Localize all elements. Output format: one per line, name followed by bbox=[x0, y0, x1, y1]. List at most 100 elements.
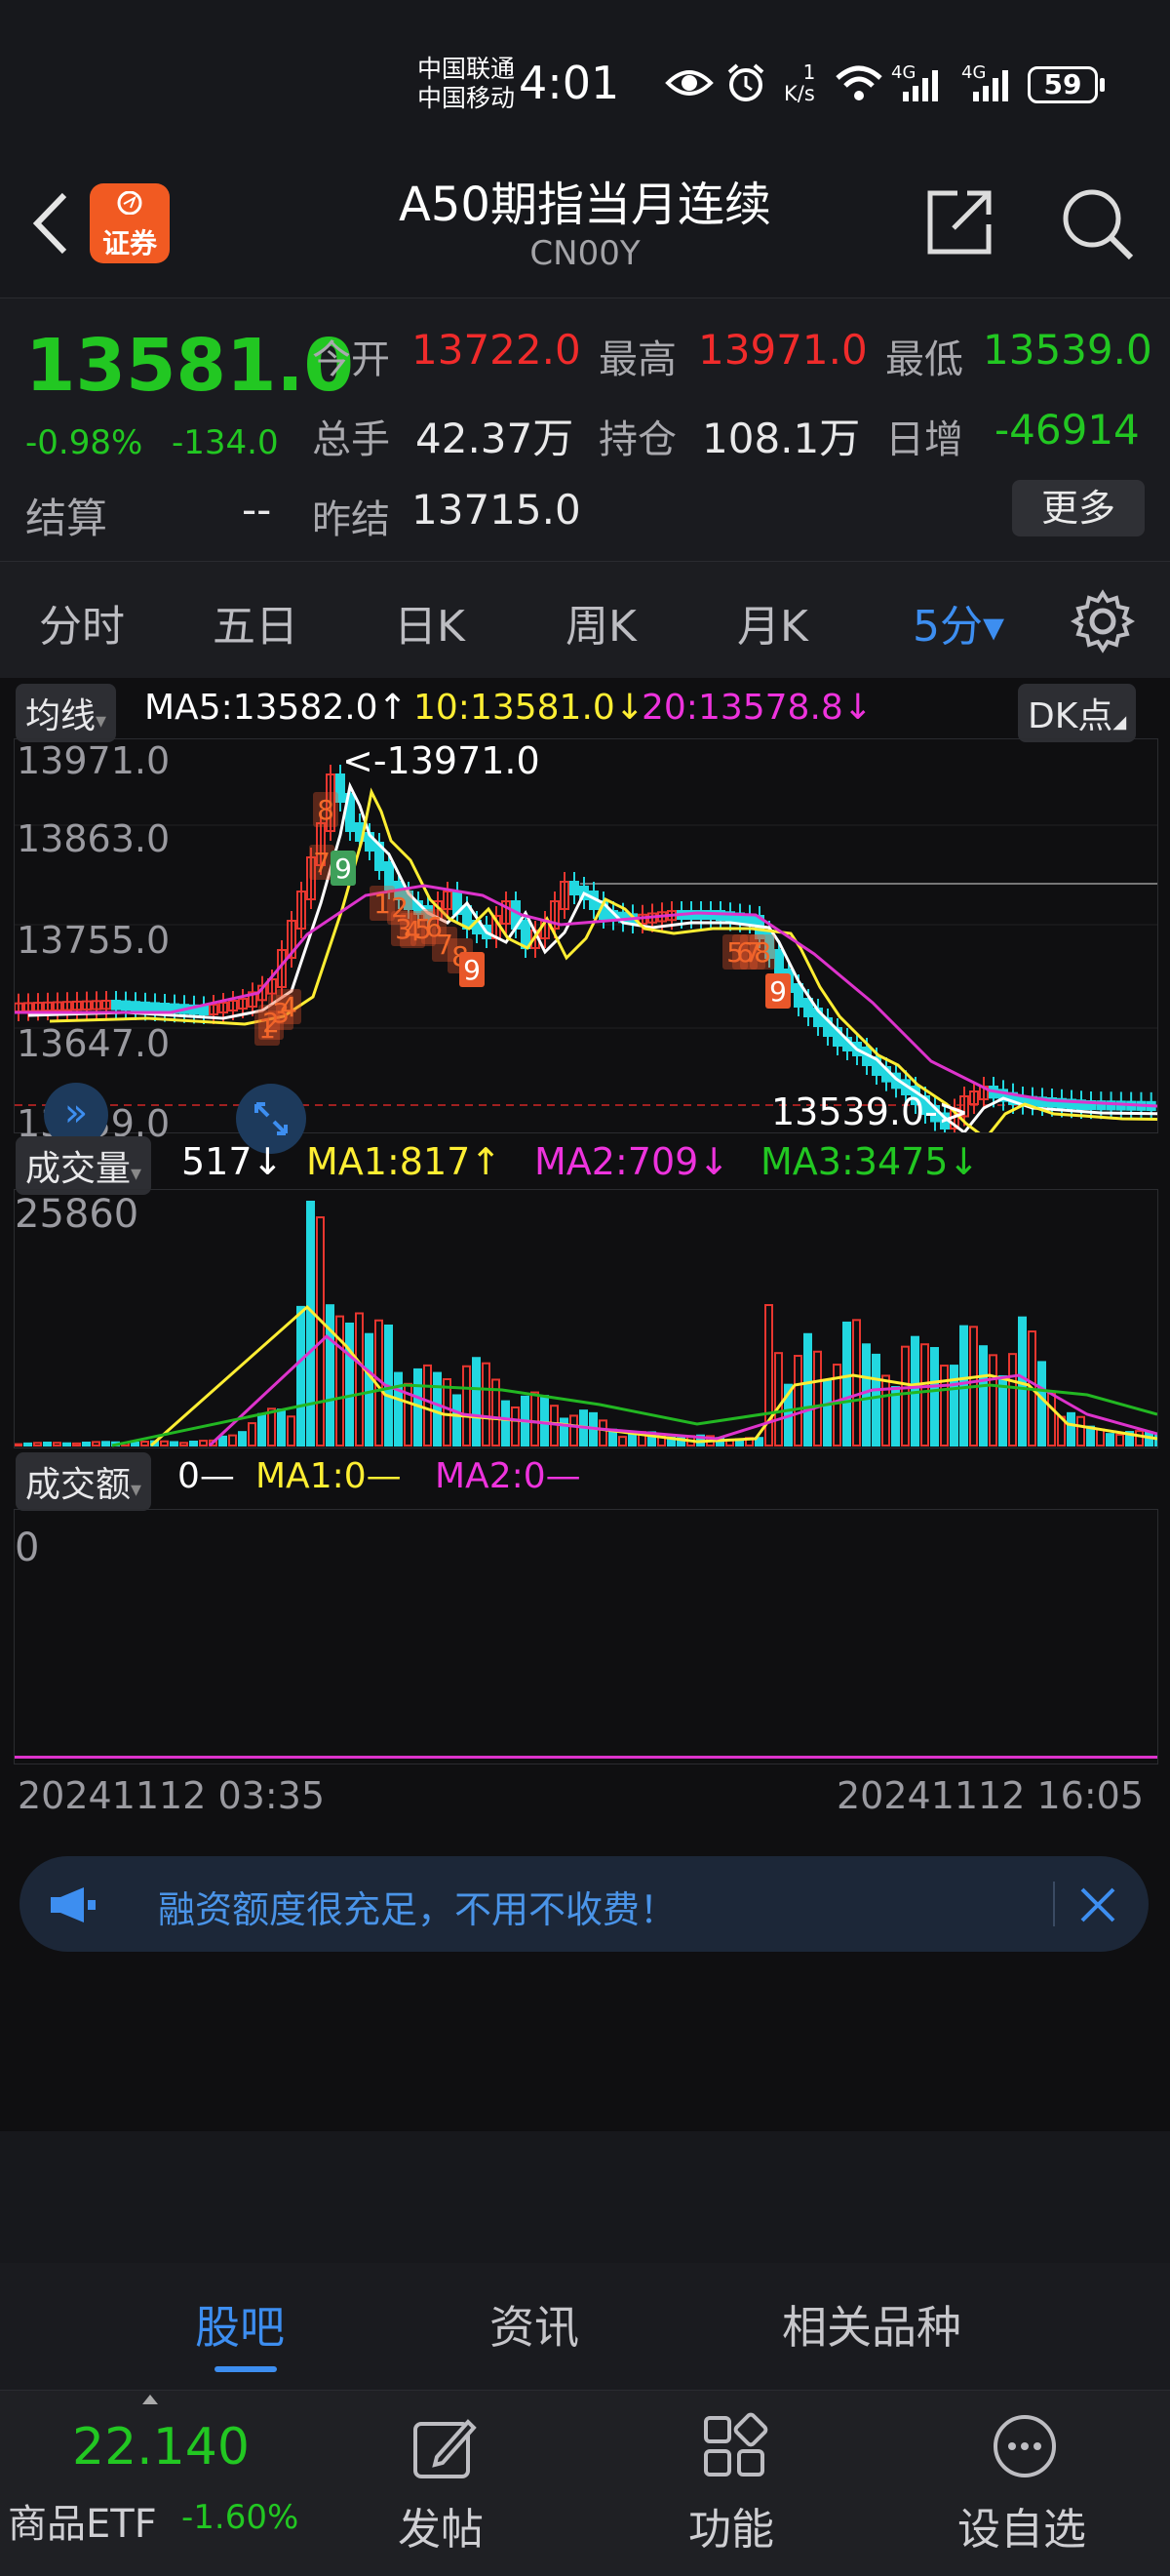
ma-toggle-label: 均线 bbox=[25, 696, 97, 736]
app-badge-label: 证券 bbox=[101, 227, 157, 259]
etf-name[interactable]: 商品ETF bbox=[8, 2492, 157, 2549]
volume-bar bbox=[959, 1325, 968, 1447]
function-label[interactable]: 功能 bbox=[688, 2494, 774, 2556]
app-logo[interactable]: 证券 bbox=[90, 183, 170, 263]
edit-post-icon[interactable] bbox=[410, 2414, 478, 2482]
td-label: 8 bbox=[754, 936, 771, 969]
app-header: 证券 A50期指当月连续 CN00Y bbox=[0, 166, 1170, 297]
volume-bar bbox=[1115, 1433, 1124, 1447]
volume-toggle-label: 成交量 bbox=[25, 1149, 132, 1189]
open-interest-value: 108.1万 bbox=[702, 415, 861, 462]
volume-bar bbox=[618, 1436, 627, 1447]
volume-ma1: MA1:817↑ bbox=[306, 1140, 502, 1183]
etf-price[interactable]: 22.140 bbox=[72, 2418, 250, 2477]
bottom-nav: 22.140 商品ETF -1.60% 发帖 功能 设自选 bbox=[0, 2390, 1170, 2576]
settle-label: 结算 bbox=[25, 495, 108, 542]
low-label: 最低 bbox=[885, 337, 963, 382]
tab-intraday[interactable]: 分时 bbox=[39, 591, 125, 654]
candle-body bbox=[160, 1003, 170, 1013]
volume-toggle[interactable]: 成交量▾ bbox=[16, 1136, 152, 1195]
turnover-line bbox=[15, 1756, 1157, 1759]
volume-bar bbox=[218, 1435, 227, 1447]
volume-bar bbox=[920, 1343, 929, 1447]
net-speed-unit: K/s bbox=[784, 82, 815, 105]
tab-weekly-k[interactable]: 周K bbox=[566, 591, 637, 654]
volume-y-top: 25860 bbox=[15, 1192, 139, 1237]
corner-icon: ◢ bbox=[1112, 712, 1127, 733]
volume-bar bbox=[501, 1400, 510, 1447]
settle-value: -- bbox=[242, 486, 272, 534]
volume-bar bbox=[43, 1442, 52, 1447]
turnover-ma2: MA2:0— bbox=[435, 1456, 581, 1496]
low-value: 13539.0 bbox=[983, 326, 1152, 374]
expand-up-icon[interactable] bbox=[142, 2395, 158, 2404]
signal-1-icon bbox=[903, 70, 938, 101]
instrument-code: CN00Y bbox=[529, 234, 641, 273]
volume-bar bbox=[238, 1431, 247, 1447]
turnover-panel: 0 bbox=[14, 1509, 1158, 1764]
more-button[interactable]: 更多 bbox=[1012, 480, 1145, 536]
search-icon[interactable] bbox=[1059, 185, 1135, 261]
volume-bar bbox=[1096, 1428, 1105, 1447]
tab-news[interactable]: 资讯 bbox=[489, 2292, 579, 2357]
open-value: 13722.0 bbox=[411, 326, 581, 374]
tab-related[interactable]: 相关品种 bbox=[782, 2292, 961, 2357]
daily-increase-value: -46914 bbox=[994, 406, 1140, 454]
kline-panel: 879123456789123456789 13971.0 13863.0 13… bbox=[14, 738, 1158, 1154]
community-tabs: 股吧 资讯 相关品种 bbox=[0, 2263, 1170, 2390]
volume-bar bbox=[423, 1364, 432, 1447]
eye-icon bbox=[665, 70, 714, 96]
close-icon[interactable] bbox=[1076, 1883, 1119, 1926]
signal-2-icon bbox=[973, 70, 1008, 101]
volume-bar bbox=[72, 1442, 81, 1447]
volume-bar bbox=[472, 1357, 481, 1447]
tab-monthly-k[interactable]: 月K bbox=[737, 591, 808, 654]
volume-bar bbox=[345, 1322, 354, 1447]
ma-toggle[interactable]: 均线▾ bbox=[16, 684, 117, 742]
open-interest-label: 持仓 bbox=[599, 417, 677, 462]
y-tick-3: 13647.0 bbox=[17, 1022, 171, 1065]
turnover-value: 0— bbox=[177, 1456, 235, 1496]
ma20-line bbox=[15, 884, 1157, 1108]
open-label: 今开 bbox=[312, 337, 390, 382]
ma20-legend: 20:13578.8↓ bbox=[642, 688, 873, 728]
back-icon[interactable] bbox=[27, 189, 72, 258]
volume-bar bbox=[452, 1394, 461, 1447]
battery-icon: 59 bbox=[1028, 66, 1098, 103]
volume-bar bbox=[1067, 1411, 1075, 1447]
tab-period-5min[interactable]: 5分▾ bbox=[913, 591, 1004, 654]
etf-change: -1.60% bbox=[181, 2498, 299, 2537]
turnover-toggle-label: 成交额 bbox=[25, 1465, 132, 1505]
volume-bar bbox=[277, 1408, 286, 1447]
volume-bar bbox=[62, 1442, 71, 1447]
tab-daily-k[interactable]: 日K bbox=[394, 591, 465, 654]
battery-tip bbox=[1100, 78, 1105, 92]
settings-gear-icon[interactable] bbox=[1071, 589, 1135, 654]
td-label: 9 bbox=[334, 852, 352, 885]
volume-bar bbox=[179, 1442, 188, 1447]
banner-divider bbox=[1053, 1882, 1055, 1926]
candle-body bbox=[569, 881, 579, 895]
promo-banner[interactable]: 融资额度很充足，不用不收费！ bbox=[20, 1856, 1149, 1952]
dk-button[interactable]: DK点◢ bbox=[1018, 684, 1137, 742]
volume-bar bbox=[940, 1365, 949, 1447]
grid-menu-icon[interactable] bbox=[700, 2412, 768, 2480]
tab-five-day[interactable]: 五日 bbox=[213, 591, 298, 654]
more-dots-icon[interactable] bbox=[991, 2412, 1059, 2480]
volume-ma3: MA3:3475↓ bbox=[760, 1140, 980, 1183]
kline-chart[interactable]: 879123456789123456789 bbox=[15, 739, 1157, 1132]
post-label[interactable]: 发帖 bbox=[398, 2494, 484, 2556]
add-watchlist-label[interactable]: 设自选 bbox=[957, 2494, 1086, 2556]
tab-stock-bar[interactable]: 股吧 bbox=[195, 2292, 285, 2357]
ma10-legend: 10:13581.0↓ bbox=[413, 688, 644, 728]
volume-bar bbox=[599, 1419, 607, 1447]
candle-body bbox=[111, 1000, 121, 1011]
turnover-toggle[interactable]: 成交额▾ bbox=[16, 1452, 152, 1511]
share-icon[interactable] bbox=[924, 187, 994, 258]
volume-bar bbox=[530, 1391, 539, 1447]
volume-chart[interactable] bbox=[15, 1190, 1157, 1447]
volume-bar bbox=[257, 1412, 266, 1447]
td-label: 7 bbox=[313, 847, 331, 879]
td-label: 9 bbox=[463, 954, 481, 986]
volume-bar bbox=[248, 1422, 256, 1447]
